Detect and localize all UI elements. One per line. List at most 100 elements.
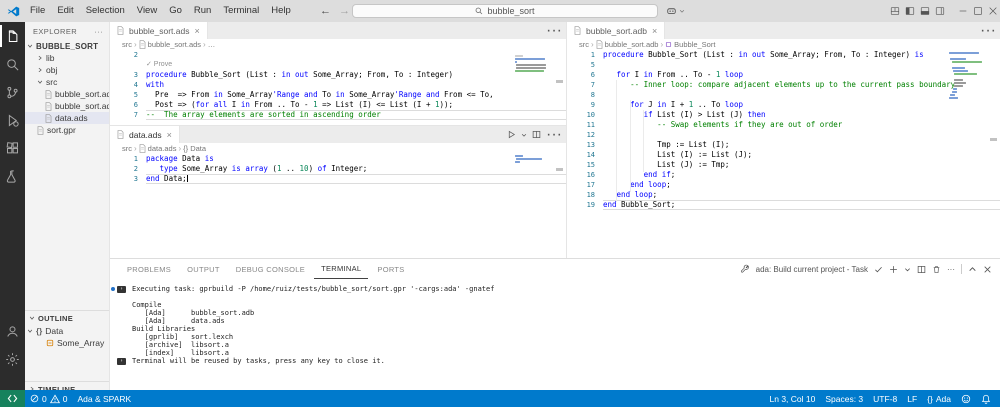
tab-data-ads[interactable]: data.ads× <box>110 126 180 143</box>
command-center-search[interactable]: bubble_sort <box>352 4 658 18</box>
close-icon[interactable] <box>985 0 1000 22</box>
customize-layout-icon[interactable] <box>887 0 902 22</box>
scrollbar-mark[interactable] <box>556 168 563 171</box>
tree-item-data-ads[interactable]: data.ads <box>25 112 109 124</box>
run-debug-activity-icon[interactable] <box>0 106 25 134</box>
code-line-9: 9 for J in I + 1 .. To loop <box>567 100 1000 110</box>
problems-status[interactable]: 0 0 <box>25 390 72 407</box>
menu-file[interactable]: File <box>24 0 51 22</box>
outline-item-data[interactable]: {}Data <box>25 325 109 337</box>
tree-item-sort-gpr[interactable]: sort.gpr <box>25 124 109 136</box>
source-control-activity-icon[interactable] <box>0 78 25 106</box>
toggle-panel-icon[interactable] <box>917 0 932 22</box>
minimap[interactable] <box>515 52 545 73</box>
panel-tab-problems[interactable]: PROBLEMS <box>120 259 178 279</box>
tree-item-bubble-sort-adb[interactable]: bubble_sort.adb <box>25 88 109 100</box>
minimap[interactable] <box>949 52 979 100</box>
tree-item-bubble-sort-ads[interactable]: bubble_sort.ads <box>25 100 109 112</box>
settings-icon[interactable] <box>0 345 25 373</box>
search-activity-icon[interactable] <box>0 50 25 78</box>
nav-forward-icon[interactable]: → <box>339 5 350 17</box>
close-tab-icon[interactable]: × <box>195 26 200 36</box>
terminal-output[interactable]: ›Executing task: gprbuild -P /home/ruiz/… <box>110 285 990 390</box>
explorer-more-actions-icon[interactable]: ··· <box>94 27 103 36</box>
breadcrumb-item[interactable]: … <box>208 40 216 49</box>
breadcrumb-item[interactable]: src <box>122 144 132 153</box>
split-terminal-button[interactable] <box>917 265 926 274</box>
scrollbar-mark[interactable] <box>990 138 997 141</box>
toggle-primary-sidebar-icon[interactable] <box>902 0 917 22</box>
tab-bubble_sort-adb[interactable]: bubble_sort.adb× <box>567 22 665 39</box>
ada-spark-status[interactable]: Ada & SPARK <box>72 390 136 407</box>
close-tab-icon[interactable]: × <box>652 26 657 36</box>
eol-status[interactable]: LF <box>902 390 922 407</box>
copilot-button[interactable] <box>666 4 685 18</box>
minimize-icon[interactable] <box>955 0 970 22</box>
tree-item-obj[interactable]: obj <box>25 64 109 76</box>
terminal-task-label[interactable]: ada: Build current project - Task <box>756 265 868 274</box>
breadcrumb-item[interactable]: {} Data <box>183 144 206 153</box>
menu-selection[interactable]: Selection <box>80 0 131 22</box>
encoding-status[interactable]: UTF-8 <box>868 390 902 407</box>
editor-more-actions-icon[interactable]: ··· <box>546 22 562 40</box>
prove-codelens[interactable]: ✓ Prove <box>110 60 172 70</box>
scrollbar-mark[interactable] <box>556 80 563 83</box>
run-dropdown-icon[interactable] <box>521 132 527 138</box>
menu-view[interactable]: View <box>131 0 163 22</box>
code-editor[interactable]: 1package Data is2 type Some_Array is arr… <box>110 154 566 184</box>
maximize-icon[interactable] <box>970 0 985 22</box>
new-terminal-button[interactable] <box>889 265 898 274</box>
line-number: 11 <box>567 120 595 130</box>
panel-tab-output[interactable]: OUTPUT <box>180 259 227 279</box>
language-mode-status[interactable]: {} Ada <box>922 390 956 407</box>
nav-back-icon[interactable]: ← <box>320 5 331 17</box>
breadcrumb-item[interactable]: data.ads <box>139 144 177 153</box>
breadcrumb-item[interactable]: src <box>579 40 589 49</box>
tree-item-src[interactable]: src <box>25 76 109 88</box>
panel-tab-ports[interactable]: PORTS <box>370 259 411 279</box>
extensions-activity-icon[interactable] <box>0 134 25 162</box>
close-tab-icon[interactable]: × <box>167 130 172 140</box>
feedback-smiley-icon[interactable] <box>956 390 976 407</box>
toggle-secondary-sidebar-icon[interactable] <box>932 0 947 22</box>
outline-section: OUTLINE {}DataSome_Array <box>25 310 109 349</box>
outline-item-some_array[interactable]: Some_Array <box>25 337 109 349</box>
kill-terminal-button[interactable] <box>932 265 941 274</box>
maximize-panel-button[interactable] <box>968 265 977 274</box>
menu-go[interactable]: Go <box>163 0 188 22</box>
close-panel-button[interactable] <box>983 265 992 274</box>
outline-header[interactable]: OUTLINE <box>25 311 109 325</box>
breadcrumb-item[interactable]: bubble_sort.ads <box>139 40 201 49</box>
editor-more-actions-icon[interactable]: ··· <box>546 126 562 144</box>
menu-run[interactable]: Run <box>188 0 217 22</box>
terminal-more-actions-icon[interactable]: ··· <box>947 265 955 274</box>
split-editor-icon[interactable] <box>532 130 541 139</box>
panel-tab-debug-console[interactable]: DEBUG CONSOLE <box>229 259 312 279</box>
line-number: 2 <box>110 164 138 174</box>
menu-help[interactable]: Help <box>265 0 297 22</box>
tab-bubble_sort-ads[interactable]: bubble_sort.ads× <box>110 22 208 39</box>
menu-edit[interactable]: Edit <box>51 0 79 22</box>
run-file-button[interactable] <box>507 130 516 139</box>
remote-indicator[interactable] <box>0 390 25 407</box>
editor-more-actions-icon[interactable]: ··· <box>980 22 996 40</box>
indentation-status[interactable]: Spaces: 3 <box>820 390 868 407</box>
command-decoration-dot[interactable] <box>111 287 115 291</box>
panel-tab-terminal[interactable]: TERMINAL <box>314 259 368 279</box>
breadcrumb-item[interactable]: Bubble_Sort <box>665 40 715 49</box>
cursor-position-status[interactable]: Ln 3, Col 10 <box>765 390 821 407</box>
code-editor[interactable]: 1procedure Bubble_Sort (List : in out So… <box>567 50 1000 210</box>
explorer-activity-icon[interactable] <box>0 22 25 50</box>
notifications-bell-icon[interactable] <box>976 390 996 407</box>
tree-root-bubble-sort[interactable]: BUBBLE_SORT <box>25 40 109 52</box>
terminal-dropdown-icon[interactable] <box>904 266 911 273</box>
minimap[interactable] <box>515 155 545 164</box>
account-icon[interactable] <box>0 317 25 345</box>
code-editor[interactable]: 2✓ Prove3procedure Bubble_Sort (List : i… <box>110 50 566 120</box>
breadcrumb-item[interactable]: bubble_sort.adb <box>596 40 659 49</box>
tree-item-lib[interactable]: lib <box>25 52 109 64</box>
menu-terminal[interactable]: Terminal <box>217 0 265 22</box>
testing-activity-icon[interactable] <box>0 162 25 190</box>
editor-group-data-ads: data.ads×···src›data.ads›{} Data1package… <box>110 126 566 258</box>
breadcrumb-item[interactable]: src <box>122 40 132 49</box>
